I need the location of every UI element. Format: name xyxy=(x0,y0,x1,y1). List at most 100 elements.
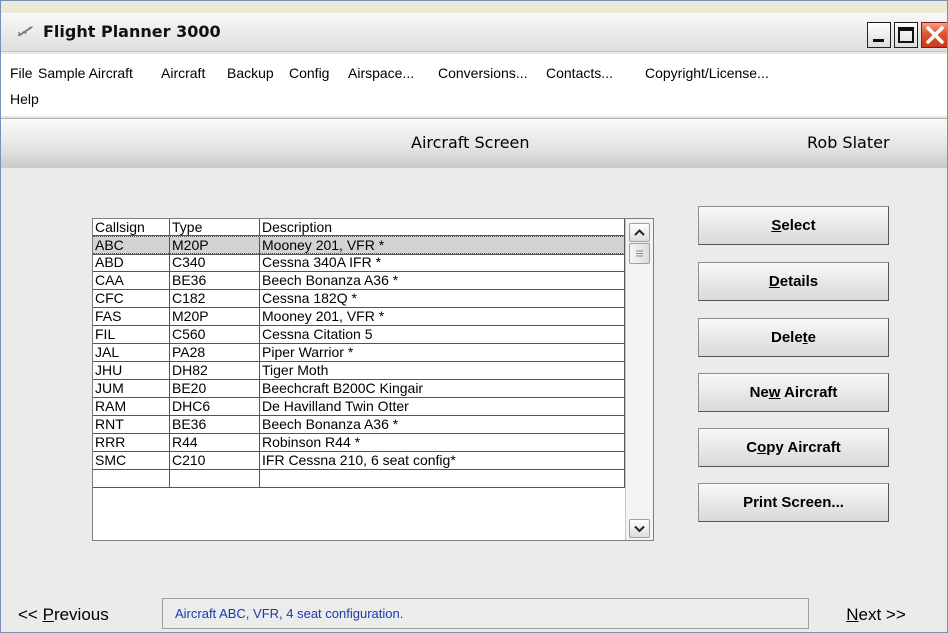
table-row[interactable]: CFC C182 Cessna 182Q * xyxy=(93,290,625,308)
delete-button-label: Delete xyxy=(770,329,817,346)
cell-callsign: SMC xyxy=(93,452,170,470)
cell-type: DHC6 xyxy=(170,398,260,416)
cell-description: IFR Cessna 210, 6 seat config* xyxy=(260,452,625,470)
menu-copyright-license[interactable]: Copyright/License... xyxy=(645,65,769,81)
details-button-label: Details xyxy=(768,273,819,290)
cell-callsign: RAM xyxy=(93,398,170,416)
table-row-partial[interactable] xyxy=(93,470,625,488)
cell-description: Robinson R44 * xyxy=(260,434,625,452)
cell-type: BE20 xyxy=(170,380,260,398)
scroll-down-button[interactable] xyxy=(629,519,650,538)
table-row[interactable]: RAM DHC6 De Havilland Twin Otter xyxy=(93,398,625,416)
user-name: Rob Slater xyxy=(807,133,890,152)
cell-description: Piper Warrior * xyxy=(260,344,625,362)
cell-type: PA28 xyxy=(170,344,260,362)
maximize-icon xyxy=(898,27,914,43)
column-header-type[interactable]: Type xyxy=(170,219,260,236)
table-row[interactable]: ABD C340 Cessna 340A IFR * xyxy=(93,254,625,272)
table-row[interactable]: ABC M20P Mooney 201, VFR * xyxy=(93,236,625,255)
menu-file[interactable]: File xyxy=(10,65,33,81)
cell-description: Beech Bonanza A36 * xyxy=(260,416,625,434)
cell-description: Cessna 182Q * xyxy=(260,290,625,308)
print-screen-button-label: Print Screen... xyxy=(743,494,844,511)
window-title: Flight Planner 3000 xyxy=(43,22,221,41)
cell-callsign: RRR xyxy=(93,434,170,452)
menu-aircraft[interactable]: Aircraft xyxy=(161,65,205,81)
table-row[interactable]: JHU DH82 Tiger Moth xyxy=(93,362,625,380)
cell-callsign: ABD xyxy=(93,254,170,272)
select-button[interactable]: Select xyxy=(698,206,889,245)
menu-backup[interactable]: Backup xyxy=(227,65,274,81)
print-screen-button[interactable]: Print Screen... xyxy=(698,483,889,522)
menu-conversions[interactable]: Conversions... xyxy=(438,65,527,81)
cell-type: BE36 xyxy=(170,416,260,434)
table-row[interactable]: FIL C560 Cessna Citation 5 xyxy=(93,326,625,344)
previous-button[interactable]: << Previous xyxy=(8,598,146,631)
vertical-scrollbar[interactable] xyxy=(625,219,653,540)
main-content: Callsign Type Description ABC M20P Mooney … xyxy=(1,168,947,593)
table-row[interactable]: JUM BE20 Beechcraft B200C Kingair xyxy=(93,380,625,398)
cell-type: C560 xyxy=(170,326,260,344)
status-bar: << Previous Aircraft ABC, VFR, 4 seat co… xyxy=(1,593,947,632)
new-aircraft-button-label: New Aircraft xyxy=(749,384,838,401)
cell-callsign: JUM xyxy=(93,380,170,398)
menu-airspace[interactable]: Airspace... xyxy=(348,65,414,81)
cell-description: Tiger Moth xyxy=(260,362,625,380)
menu-help[interactable]: Help xyxy=(10,91,39,107)
menu-bar: File Sample Aircraft Aircraft Backup Con… xyxy=(1,54,947,116)
minimize-icon xyxy=(873,39,884,42)
scroll-up-icon xyxy=(634,229,645,236)
cell-type: C182 xyxy=(170,290,260,308)
cell-partial xyxy=(260,470,625,488)
cell-type: C340 xyxy=(170,254,260,272)
menu-sample-aircraft[interactable]: Sample Aircraft xyxy=(38,65,133,81)
table-row[interactable]: CAA BE36 Beech Bonanza A36 * xyxy=(93,272,625,290)
minimize-button[interactable] xyxy=(867,22,891,48)
close-button[interactable] xyxy=(921,22,947,48)
close-icon xyxy=(926,26,944,44)
title-bar[interactable]: Flight Planner 3000 xyxy=(1,13,947,52)
cell-callsign: FAS xyxy=(93,308,170,326)
select-button-label: Select xyxy=(771,217,816,234)
menu-contacts[interactable]: Contacts... xyxy=(546,65,613,81)
table-row[interactable]: SMC C210 IFR Cessna 210, 6 seat config* xyxy=(93,452,625,470)
app-window: Flight Planner 3000 File Sample Aircraft… xyxy=(0,0,948,633)
next-button[interactable]: Next >> xyxy=(811,598,941,631)
grip-icon xyxy=(636,250,643,257)
cell-type: DH82 xyxy=(170,362,260,380)
menu-config[interactable]: Config xyxy=(289,65,329,81)
maximize-button[interactable] xyxy=(894,22,918,48)
status-message: Aircraft ABC, VFR, 4 seat configuration. xyxy=(162,598,809,629)
cell-type: R44 xyxy=(170,434,260,452)
column-header-callsign[interactable]: Callsign xyxy=(93,219,170,236)
cell-callsign: RNT xyxy=(93,416,170,434)
aircraft-list[interactable]: Callsign Type Description ABC M20P Mooney … xyxy=(92,218,654,541)
cell-callsign: FIL xyxy=(93,326,170,344)
new-aircraft-button[interactable]: New Aircraft xyxy=(698,373,889,412)
cell-description: Cessna 340A IFR * xyxy=(260,254,625,272)
table-row[interactable]: RRR R44 Robinson R44 * xyxy=(93,434,625,452)
scroll-up-button[interactable] xyxy=(629,223,650,242)
cell-type: BE36 xyxy=(170,272,260,290)
cell-type: M20P xyxy=(170,308,260,326)
cell-description: Mooney 201, VFR * xyxy=(260,308,625,326)
cell-callsign: CAA xyxy=(93,272,170,290)
cell-callsign: JAL xyxy=(93,344,170,362)
scroll-down-icon xyxy=(634,525,645,533)
page-title: Aircraft Screen xyxy=(411,133,530,152)
column-header-description[interactable]: Description xyxy=(260,219,625,236)
cell-callsign: CFC xyxy=(93,290,170,308)
screen-header: Aircraft Screen Rob Slater xyxy=(1,118,947,169)
details-button[interactable]: Details xyxy=(698,262,889,301)
table-row[interactable]: FAS M20P Mooney 201, VFR * xyxy=(93,308,625,326)
cell-description: De Havilland Twin Otter xyxy=(260,398,625,416)
copy-aircraft-button[interactable]: Copy Aircraft xyxy=(698,428,889,467)
airplane-icon xyxy=(17,26,33,36)
delete-button[interactable]: Delete xyxy=(698,318,889,357)
scroll-thumb[interactable] xyxy=(629,243,650,264)
table-row[interactable]: JAL PA28 Piper Warrior * xyxy=(93,344,625,362)
cell-callsign: ABC xyxy=(93,237,170,255)
cell-description: Cessna Citation 5 xyxy=(260,326,625,344)
table-row[interactable]: RNT BE36 Beech Bonanza A36 * xyxy=(93,416,625,434)
copy-aircraft-button-label: Copy Aircraft xyxy=(746,439,841,456)
